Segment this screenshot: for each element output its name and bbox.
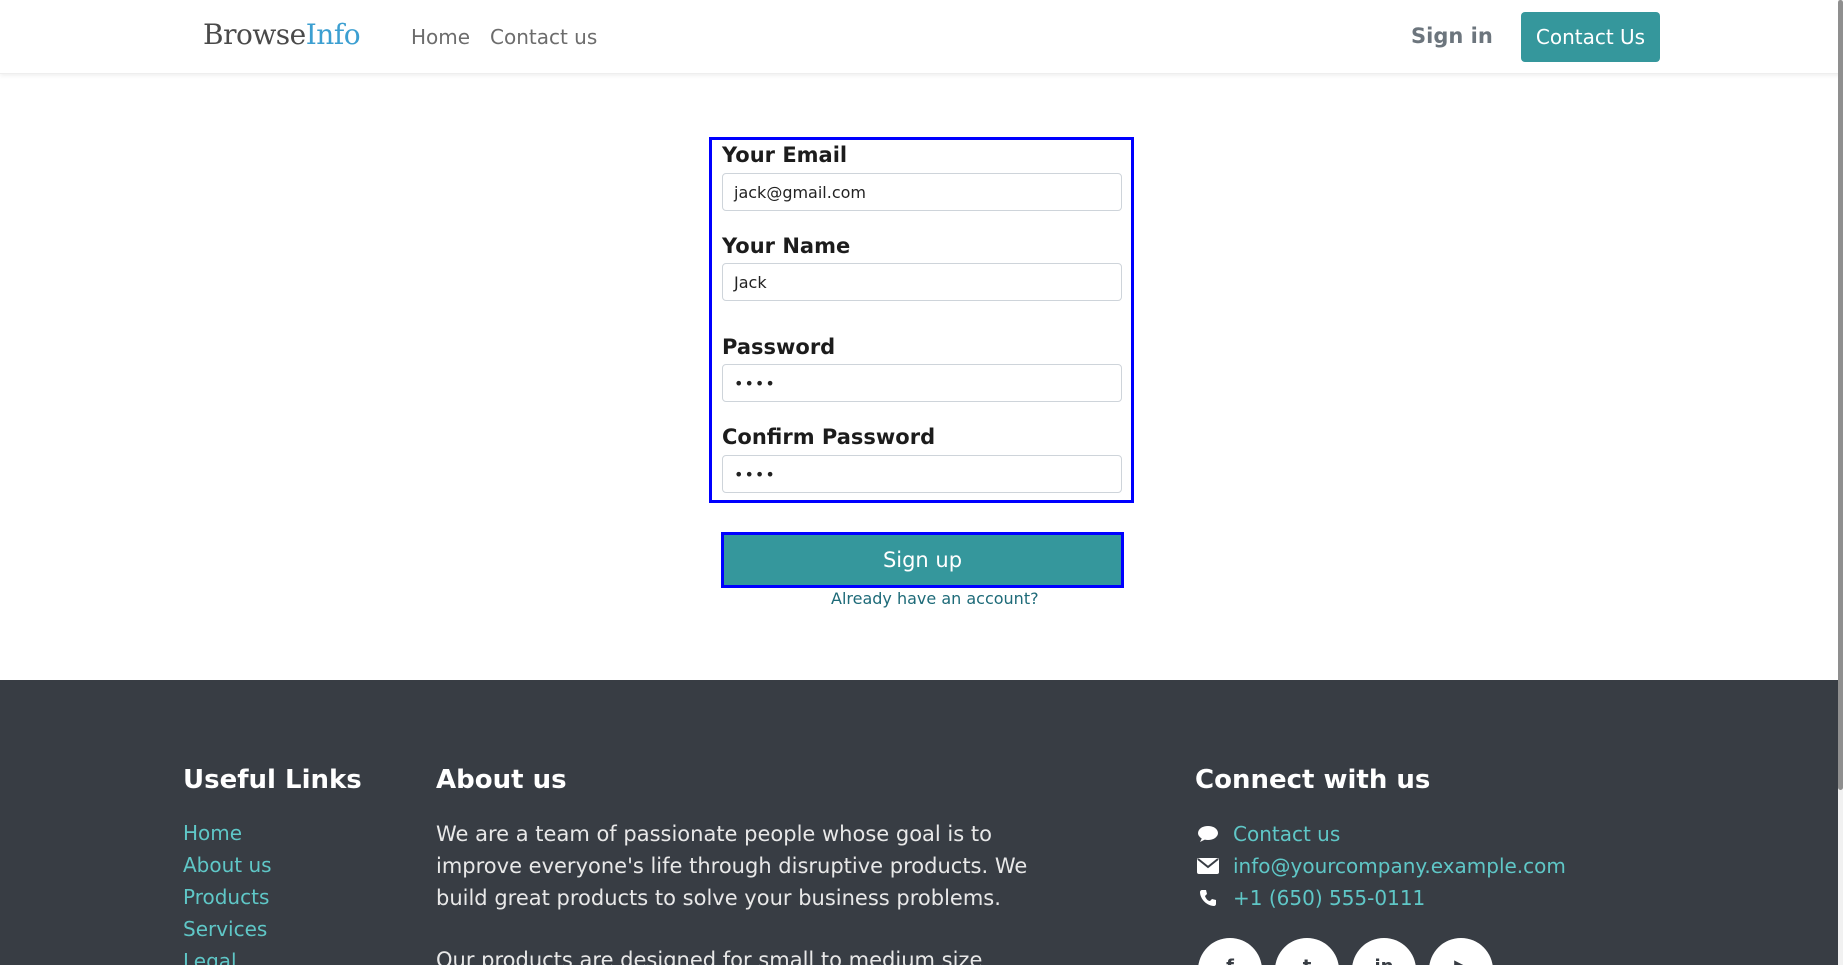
about-us-title: About us xyxy=(436,765,567,795)
contact-row-phone: +1 (650) 555-0111 xyxy=(1195,885,1425,911)
contact-us-link[interactable]: Contact us xyxy=(1233,822,1340,846)
footer-link-about[interactable]: About us xyxy=(183,853,272,877)
logo-text-browse: Browse xyxy=(203,18,306,51)
page-scrollbar[interactable] xyxy=(1838,0,1843,965)
about-us-text: We are a team of passionate people whose… xyxy=(436,818,1056,965)
useful-links-title: Useful Links xyxy=(183,765,362,795)
contact-row-email: info@yourcompany.example.com xyxy=(1195,853,1566,879)
about-paragraph-1: We are a team of passionate people whose… xyxy=(436,822,1028,910)
footer-link-products[interactable]: Products xyxy=(183,885,269,909)
email-label: Your Email xyxy=(722,143,848,167)
footer-link-legal[interactable]: Legal xyxy=(183,949,237,965)
chat-icon xyxy=(1195,821,1221,847)
about-paragraph-2: Our products are designed for small to m… xyxy=(436,948,983,965)
logo-text-info: Info xyxy=(305,18,361,51)
brand-logo[interactable]: BrowseInfo xyxy=(203,18,361,51)
sign-up-button[interactable]: Sign up xyxy=(721,532,1124,588)
footer-link-services[interactable]: Services xyxy=(183,917,267,941)
phone-link[interactable]: +1 (650) 555-0111 xyxy=(1233,886,1425,910)
name-field[interactable]: Jack xyxy=(722,263,1122,301)
email-link[interactable]: info@yourcompany.example.com xyxy=(1233,854,1566,878)
nav-home-link[interactable]: Home xyxy=(411,25,470,49)
confirm-password-field[interactable]: •••• xyxy=(722,455,1122,493)
top-navbar: BrowseInfo Home Contact us Sign in Conta… xyxy=(0,0,1843,74)
contact-row-chat: Contact us xyxy=(1195,821,1340,847)
phone-icon xyxy=(1195,885,1221,911)
nav-contact-link[interactable]: Contact us xyxy=(490,25,597,49)
contact-us-button[interactable]: Contact Us xyxy=(1521,12,1660,62)
password-label: Password xyxy=(722,335,836,359)
confirm-password-label: Confirm Password xyxy=(722,425,936,449)
sign-in-link[interactable]: Sign in xyxy=(1411,24,1493,48)
already-have-account-link[interactable]: Already have an account? xyxy=(831,589,1039,608)
email-field[interactable]: jack@gmail.com xyxy=(722,173,1122,211)
name-label: Your Name xyxy=(722,234,851,258)
footer-link-home[interactable]: Home xyxy=(183,821,242,845)
password-field[interactable]: •••• xyxy=(722,364,1122,402)
envelope-icon xyxy=(1195,853,1221,879)
scrollbar-thumb[interactable] xyxy=(1838,0,1843,790)
connect-title: Connect with us xyxy=(1195,765,1431,795)
sign-up-button-label: Sign up xyxy=(882,548,963,572)
